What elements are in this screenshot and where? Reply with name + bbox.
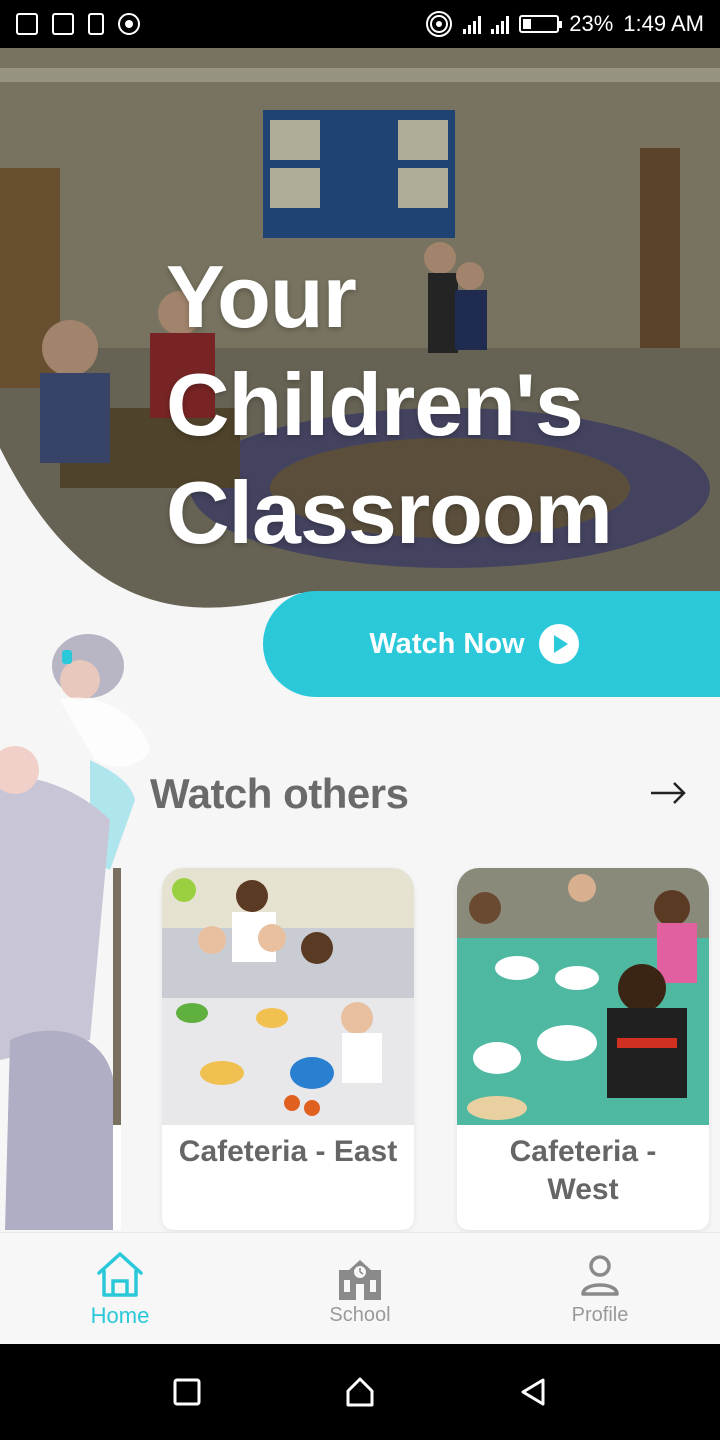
camera-card-west[interactable]: Cafeteria - West: [457, 868, 709, 1230]
home-icon: [97, 1251, 143, 1297]
card-label: Cafeteria - West: [509, 1135, 657, 1206]
cafeteria-west-thumbnail: [457, 868, 709, 1125]
card-label: Cafeteria - East: [178, 1135, 398, 1168]
parent-child-illustration: [0, 634, 150, 1230]
home-circle-icon[interactable]: [340, 1372, 380, 1412]
play-icon: [538, 624, 579, 664]
status-right: 23% 1:49 AM: [425, 10, 704, 38]
status-left-icons: [16, 13, 140, 35]
hero-title-line: Classroom: [166, 463, 613, 562]
hotspot-icon: [426, 11, 453, 37]
image-icon: [16, 13, 38, 35]
back-icon[interactable]: [513, 1372, 553, 1412]
system-navigation-bar: [0, 1344, 720, 1440]
hero-banner: Your Children's Classroom: [0, 48, 720, 648]
nav-item-school[interactable]: School: [240, 1233, 480, 1344]
download-icon: [88, 13, 104, 35]
battery-icon: [519, 15, 563, 33]
arrow-right-icon[interactable]: [648, 778, 688, 808]
watch-now-label: Watch Now: [369, 627, 525, 660]
camera-card-east[interactable]: Cafeteria - East: [162, 868, 414, 1230]
section-title: Watch others: [150, 770, 409, 817]
hero-title-line: Your: [166, 247, 357, 346]
battery-percent: 23%: [569, 11, 614, 36]
signal-icon: [491, 14, 510, 34]
record-icon: [118, 13, 140, 35]
nav-item-profile[interactable]: Profile: [480, 1233, 720, 1344]
recents-icon[interactable]: [167, 1372, 207, 1412]
nav-label: School: [329, 1304, 391, 1326]
status-bar: 23% 1:49 AM: [0, 0, 720, 48]
hero-title-line: Children's: [166, 355, 584, 454]
signal-icon: [463, 14, 482, 34]
nav-label: Profile: [571, 1304, 629, 1326]
card-partial[interactable]: [113, 868, 121, 1230]
school-icon: [339, 1260, 381, 1300]
profile-icon: [581, 1255, 619, 1296]
nav-label: Home: [90, 1302, 150, 1328]
watch-now-button[interactable]: Watch Now: [263, 591, 720, 697]
hero-title: Your Children's Classroom: [166, 243, 613, 567]
cafeteria-east-thumbnail: [162, 868, 414, 1125]
bottom-navigation: Home School Profile: [0, 1232, 720, 1344]
nav-item-home[interactable]: Home: [0, 1233, 240, 1344]
activity-icon: [52, 13, 74, 35]
clock: 1:49 AM: [623, 11, 704, 36]
